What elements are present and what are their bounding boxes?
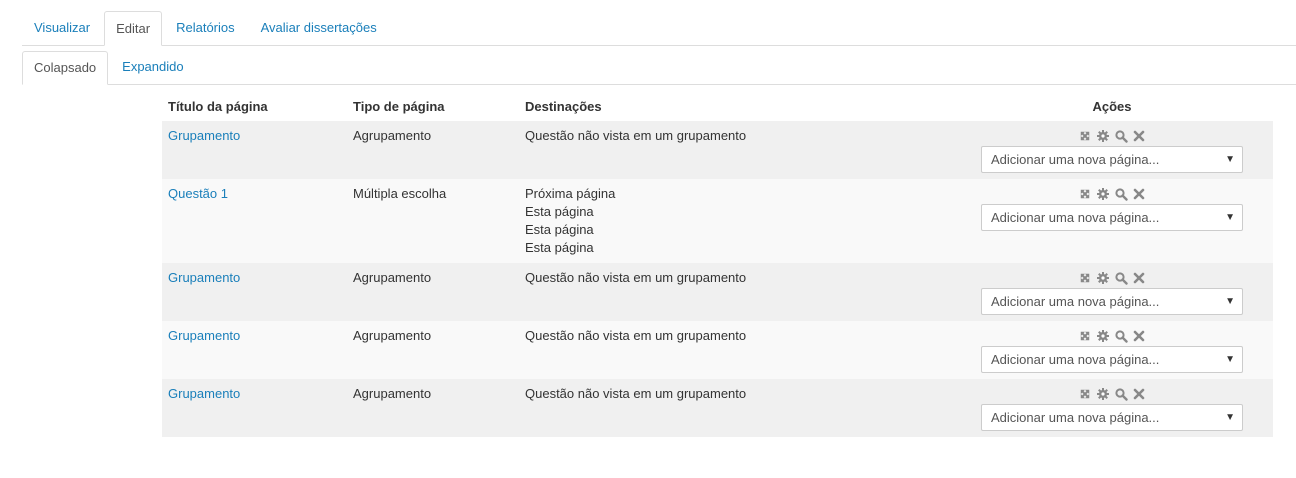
destination-item: Próxima página bbox=[525, 186, 616, 201]
cell-destinations: Questão não vista em um grupamento bbox=[519, 263, 951, 321]
cell-destinations: Questão não vista em um grupamento bbox=[519, 121, 951, 179]
secondary-tabs: Colapsado Expandido bbox=[22, 51, 1296, 85]
destination-item: Esta página bbox=[525, 204, 594, 219]
page-title-link[interactable]: Grupamento bbox=[168, 386, 240, 401]
add-page-select-value: Adicionar uma nova página... bbox=[991, 210, 1160, 225]
destination-item: Questão não vista em um grupamento bbox=[525, 328, 747, 343]
cell-page-type: Agrupamento bbox=[347, 121, 519, 179]
cell-actions: Adicionar uma nova página... ▼ bbox=[951, 121, 1273, 179]
tab-avaliar-dissertacoes[interactable]: Avaliar dissertações bbox=[249, 11, 389, 45]
add-page-select[interactable]: Adicionar uma nova página... ▼ bbox=[981, 204, 1243, 231]
close-icon[interactable] bbox=[1132, 387, 1146, 401]
cell-destinations: Próxima página Esta página Esta página Esta… bbox=[519, 179, 951, 263]
close-icon[interactable] bbox=[1132, 129, 1146, 143]
gear-icon[interactable] bbox=[1096, 387, 1110, 401]
cell-page-type: Múltipla escolha bbox=[347, 179, 519, 263]
cell-actions: Adicionar uma nova página... ▼ bbox=[951, 263, 1273, 321]
chevron-down-icon: ▼ bbox=[1225, 212, 1235, 223]
search-icon[interactable] bbox=[1114, 387, 1128, 401]
gear-icon[interactable] bbox=[1096, 187, 1110, 201]
tab-visualizar[interactable]: Visualizar bbox=[22, 11, 102, 45]
cell-destinations: Questão não vista em um grupamento bbox=[519, 321, 951, 379]
cell-actions: Adicionar uma nova página... ▼ bbox=[951, 379, 1273, 437]
action-icons bbox=[957, 187, 1267, 201]
add-page-select[interactable]: Adicionar uma nova página... ▼ bbox=[981, 404, 1243, 431]
search-icon[interactable] bbox=[1114, 129, 1128, 143]
add-page-select[interactable]: Adicionar uma nova página... ▼ bbox=[981, 288, 1243, 315]
destination-item: Esta página bbox=[525, 222, 594, 237]
chevron-down-icon: ▼ bbox=[1225, 296, 1235, 307]
move-icon[interactable] bbox=[1078, 387, 1092, 401]
table-row: Grupamento Agrupamento Questão não vista e… bbox=[162, 263, 1273, 321]
add-page-select-value: Adicionar uma nova página... bbox=[991, 294, 1160, 309]
cell-actions: Adicionar uma nova página... ▼ bbox=[951, 321, 1273, 379]
cell-page-title: Grupamento bbox=[162, 321, 347, 379]
gear-icon[interactable] bbox=[1096, 329, 1110, 343]
primary-tabs: Visualizar Editar Relatórios Avaliar dis… bbox=[22, 11, 1296, 46]
cell-actions: Adicionar uma nova página... ▼ bbox=[951, 179, 1273, 263]
action-icons bbox=[957, 387, 1267, 401]
cell-page-title: Grupamento bbox=[162, 263, 347, 321]
table-row: Questão 1 Múltipla escolha Próxima página E… bbox=[162, 179, 1273, 263]
tab-relatorios[interactable]: Relatórios bbox=[164, 11, 247, 45]
action-icons bbox=[957, 271, 1267, 285]
chevron-down-icon: ▼ bbox=[1225, 154, 1235, 165]
cell-destinations: Questão não vista em um grupamento bbox=[519, 379, 951, 437]
search-icon[interactable] bbox=[1114, 187, 1128, 201]
destination-item: Questão não vista em um grupamento bbox=[525, 270, 747, 285]
action-icons bbox=[957, 329, 1267, 343]
tab-colapsado[interactable]: Colapsado bbox=[22, 51, 109, 85]
cell-page-type: Agrupamento bbox=[347, 263, 519, 321]
add-page-select-value: Adicionar uma nova página... bbox=[991, 352, 1160, 367]
page-title-link[interactable]: Grupamento bbox=[168, 270, 240, 285]
page-title-link[interactable]: Questão 1 bbox=[168, 186, 228, 201]
table-row: Grupamento Agrupamento Questão não vista e… bbox=[162, 321, 1273, 379]
tab-expandido[interactable]: Expandido bbox=[110, 51, 195, 84]
action-icons bbox=[957, 129, 1267, 143]
search-icon[interactable] bbox=[1114, 271, 1128, 285]
header-page-type: Tipo de página bbox=[353, 98, 445, 114]
table-row: Grupamento Agrupamento Questão não vista e… bbox=[162, 379, 1273, 437]
cell-page-type: Agrupamento bbox=[347, 321, 519, 379]
close-icon[interactable] bbox=[1132, 187, 1146, 201]
search-icon[interactable] bbox=[1114, 329, 1128, 343]
add-page-select[interactable]: Adicionar uma nova página... ▼ bbox=[981, 146, 1243, 173]
gear-icon[interactable] bbox=[1096, 271, 1110, 285]
header-page-title: Título da página bbox=[168, 98, 268, 114]
table-row: Grupamento Agrupamento Questão não vista e… bbox=[162, 121, 1273, 179]
destination-item: Questão não vista em um grupamento bbox=[525, 386, 747, 401]
cell-page-type: Agrupamento bbox=[347, 379, 519, 437]
destination-item: Esta página bbox=[525, 240, 594, 255]
table-header-row: Título da página Tipo de página Destinaç… bbox=[162, 91, 1273, 121]
chevron-down-icon: ▼ bbox=[1225, 354, 1235, 365]
chevron-down-icon: ▼ bbox=[1225, 412, 1235, 423]
gear-icon[interactable] bbox=[1096, 129, 1110, 143]
move-icon[interactable] bbox=[1078, 187, 1092, 201]
close-icon[interactable] bbox=[1132, 271, 1146, 285]
pages-table: Título da página Tipo de página Destinaç… bbox=[162, 91, 1273, 437]
close-icon[interactable] bbox=[1132, 329, 1146, 343]
cell-page-title: Grupamento bbox=[162, 121, 347, 179]
add-page-select-value: Adicionar uma nova página... bbox=[991, 410, 1160, 425]
tab-editar[interactable]: Editar bbox=[104, 11, 163, 46]
add-page-select-value: Adicionar uma nova página... bbox=[991, 152, 1160, 167]
cell-page-title: Grupamento bbox=[162, 379, 347, 437]
move-icon[interactable] bbox=[1078, 271, 1092, 285]
move-icon[interactable] bbox=[1078, 129, 1092, 143]
page-title-link[interactable]: Grupamento bbox=[168, 128, 240, 143]
add-page-select[interactable]: Adicionar uma nova página... ▼ bbox=[981, 346, 1243, 373]
header-actions: Ações bbox=[1092, 98, 1132, 114]
page-title-link[interactable]: Grupamento bbox=[168, 328, 240, 343]
header-destinations: Destinações bbox=[525, 98, 602, 114]
destination-item: Questão não vista em um grupamento bbox=[525, 128, 747, 143]
move-icon[interactable] bbox=[1078, 329, 1092, 343]
cell-page-title: Questão 1 bbox=[162, 179, 347, 263]
